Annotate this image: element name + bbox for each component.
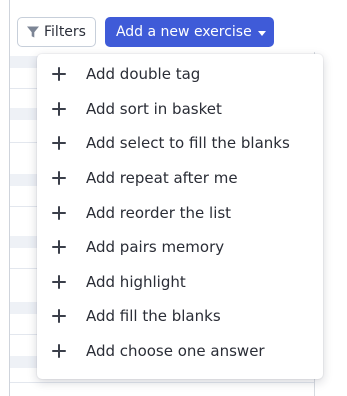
menu-item-add-repeat-after-me[interactable]: Add repeat after me [37,161,323,196]
menu-item-label: Add choose one answer [86,342,265,361]
menu-item-add-select-to-fill-the-blanks[interactable]: Add select to fill the blanks [37,126,323,161]
page: Filters Add a new exercise Add double ta… [0,0,347,396]
plus-icon [52,171,66,186]
menu-item-label: Add repeat after me [86,169,238,188]
menu-item-label: Add highlight [86,272,186,291]
plus-icon [52,67,66,82]
menu-item-add-double-tag[interactable]: Add double tag [37,57,323,92]
menu-item-label: Add pairs memory [86,238,225,257]
menu-item-add-pairs-memory[interactable]: Add pairs memory [37,230,323,265]
menu-item-add-choose-one-answer[interactable]: Add choose one answer [37,334,323,369]
plus-icon [52,101,66,116]
filters-button[interactable]: Filters [17,17,96,47]
menu-item-add-reorder-the-list[interactable]: Add reorder the list [37,195,323,230]
menu-item-label: Add select to fill the blanks [86,134,290,153]
filter-funnel-icon [27,26,39,38]
plus-icon [52,240,66,255]
filters-label: Filters [44,24,86,40]
menu-item-label: Add reorder the list [86,203,232,222]
caret-down-icon [257,30,266,36]
menu-item-add-sort-in-basket[interactable]: Add sort in basket [37,92,323,127]
add-exercise-button[interactable]: Add a new exercise [104,17,274,47]
plus-icon [52,136,66,151]
exercise-type-menu: Add double tag Add sort in basket Add se… [37,54,323,379]
menu-item-label: Add double tag [86,65,201,84]
menu-item-label: Add sort in basket [86,99,222,118]
menu-item-label: Add fill the blanks [86,307,221,326]
plus-icon [52,205,66,220]
plus-icon [52,344,66,359]
menu-item-add-highlight[interactable]: Add highlight [37,265,323,300]
add-exercise-label: Add a new exercise [115,24,252,40]
plus-icon [52,309,66,324]
menu-item-add-fill-the-blanks[interactable]: Add fill the blanks [37,299,323,334]
toolbar: Filters Add a new exercise [17,17,274,47]
plus-icon [52,274,66,289]
